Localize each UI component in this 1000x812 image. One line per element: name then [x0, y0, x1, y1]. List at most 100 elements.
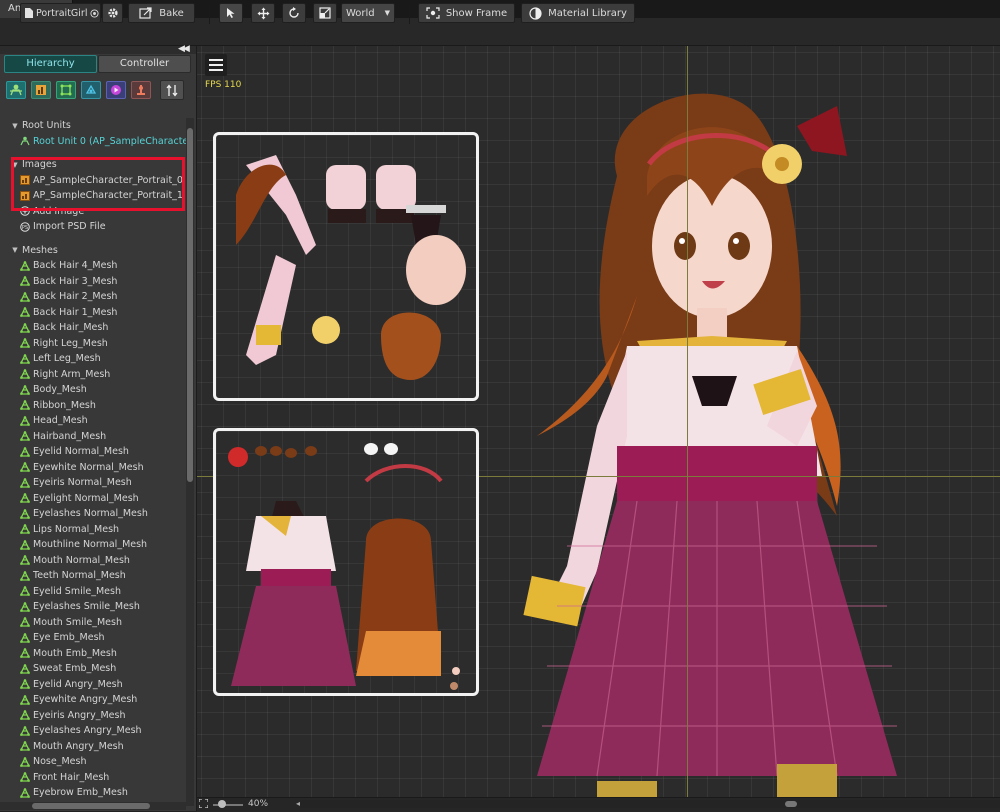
mesh-icon — [20, 524, 30, 535]
section-root-units[interactable]: ▼ Root Units — [0, 118, 186, 134]
file-selector[interactable]: PortraitGirl — [20, 3, 101, 23]
collapse-panel-icon[interactable]: ◀◀ — [178, 44, 190, 54]
parameter-filter-icon[interactable] — [131, 81, 151, 99]
tree-item-mesh[interactable]: Left Leg_Mesh — [0, 351, 186, 367]
section-label: Root Units — [22, 120, 71, 132]
move-tool-button[interactable] — [251, 3, 275, 23]
tree-item-mesh[interactable]: Eyeiris Angry_Mesh — [0, 708, 186, 724]
texture-atlas-portrait-0[interactable] — [213, 132, 479, 401]
viewport-axis-vertical — [687, 46, 688, 797]
root-unit-filter-icon[interactable] — [6, 81, 26, 99]
mesh-icon — [20, 291, 30, 302]
mesh-icon — [20, 307, 30, 318]
tree-item-mesh[interactable]: Eye Emb_Mesh — [0, 630, 186, 646]
texture-atlas-portrait-1[interactable] — [213, 428, 479, 696]
mesh-icon — [20, 462, 30, 473]
mesh-icon — [20, 632, 30, 643]
tree-item-mesh[interactable]: Front Hair_Mesh — [0, 770, 186, 786]
coordinate-space-dropdown[interactable]: World ▼ — [341, 3, 395, 23]
import-psd-button[interactable]: PS Import PSD File — [0, 219, 186, 235]
svg-text:PS: PS — [22, 225, 28, 231]
tree-item-mesh[interactable]: Mouth Angry_Mesh — [0, 739, 186, 755]
tree-item-mesh[interactable]: Eyelashes Angry_Mesh — [0, 723, 186, 739]
mesh-icon — [20, 772, 30, 783]
settings-button[interactable] — [102, 3, 123, 23]
sort-order-button[interactable] — [160, 80, 184, 100]
fit-screen-icon[interactable] — [198, 798, 209, 809]
viewport-horizontal-scrollbar[interactable] — [300, 800, 1000, 808]
tree-item-mesh[interactable]: Nose_Mesh — [0, 754, 186, 770]
tree-item-mesh[interactable]: Eyeiris Normal_Mesh — [0, 475, 186, 491]
toolbar-separator — [209, 3, 210, 24]
tree-item-mesh[interactable]: Head_Mesh — [0, 413, 186, 429]
tree-item-mesh[interactable]: Hairband_Mesh — [0, 429, 186, 445]
fps-counter: FPS 110 — [205, 80, 242, 90]
tree-item-mesh[interactable]: Eyelashes Normal_Mesh — [0, 506, 186, 522]
zoom-slider-handle[interactable] — [218, 800, 226, 808]
mesh-filter-icon[interactable] — [56, 81, 76, 99]
tree-item-mesh[interactable]: Eyelid Angry_Mesh — [0, 677, 186, 693]
tree-item-mesh[interactable]: Back Hair 2_Mesh — [0, 289, 186, 305]
viewport-horizontal-scroll-thumb[interactable] — [785, 801, 797, 807]
tree-item-label: Eyewhite Normal_Mesh — [33, 461, 144, 473]
scale-tool-button[interactable] — [313, 3, 337, 23]
tree-item-mesh[interactable]: Mouth Emb_Mesh — [0, 646, 186, 662]
tree-item-label: Right Arm_Mesh — [33, 368, 111, 380]
bake-button[interactable]: Bake — [128, 3, 195, 23]
mesh-icon — [20, 260, 30, 271]
tab-controller[interactable]: Controller — [98, 55, 191, 73]
tree-item-mesh[interactable]: Right Leg_Mesh — [0, 336, 186, 352]
tree-item-label: Eyelid Angry_Mesh — [33, 678, 123, 690]
tree-item-mesh[interactable]: Mouth Normal_Mesh — [0, 553, 186, 569]
tree-item-mesh[interactable]: Eyelight Normal_Mesh — [0, 491, 186, 507]
tab-hierarchy[interactable]: Hierarchy — [4, 55, 97, 73]
tree-item-mesh[interactable]: Eyelid Normal_Mesh — [0, 444, 186, 460]
material-library-button[interactable]: Material Library — [521, 3, 635, 23]
mesh-icon — [20, 679, 30, 690]
tree-item-mesh[interactable]: Back Hair 3_Mesh — [0, 274, 186, 290]
expand-arrow-icon[interactable]: ▼ — [8, 246, 22, 254]
tree-item-label: Back Hair_Mesh — [33, 322, 109, 334]
tree-item-mesh[interactable]: Back Hair 4_Mesh — [0, 258, 186, 274]
mesh-icon — [20, 648, 30, 659]
select-tool-button[interactable] — [219, 3, 243, 23]
tree-item-mesh[interactable]: Sweat Emb_Mesh — [0, 661, 186, 677]
tree-item-mesh[interactable]: Right Arm_Mesh — [0, 367, 186, 383]
rotate-tool-button[interactable] — [282, 3, 306, 23]
section-label: Meshes — [22, 244, 58, 256]
tree-horizontal-scroll-thumb[interactable] — [32, 803, 150, 809]
tree-item-label: Back Hair 3_Mesh — [33, 275, 118, 287]
show-frame-button[interactable]: Show Frame — [418, 3, 515, 23]
images-highlight-box — [11, 157, 185, 211]
mesh-icon — [20, 586, 30, 597]
tree-vertical-scroll-thumb[interactable] — [187, 128, 193, 482]
mesh-group-filter-icon[interactable] — [81, 81, 101, 99]
tree-item-mesh[interactable]: Body_Mesh — [0, 382, 186, 398]
tree-item-label: Right Leg_Mesh — [33, 337, 108, 349]
cursor-arrow-icon — [227, 8, 235, 18]
tree-item-mesh[interactable]: Eyelashes Smile_Mesh — [0, 599, 186, 615]
tree-item-mesh[interactable]: Eyelid Smile_Mesh — [0, 584, 186, 600]
expand-arrow-icon[interactable]: ▼ — [8, 122, 22, 130]
tree-item-mesh[interactable]: Mouth Smile_Mesh — [0, 615, 186, 631]
material-library-label: Material Library — [548, 7, 627, 19]
tree-item-mesh[interactable]: Eyewhite Angry_Mesh — [0, 692, 186, 708]
tree-item-mesh[interactable]: Back Hair 1_Mesh — [0, 305, 186, 321]
tree-item-mesh[interactable]: Eyewhite Normal_Mesh — [0, 460, 186, 476]
tree-item-label: Ribbon_Mesh — [33, 399, 96, 411]
section-meshes[interactable]: ▼ Meshes — [0, 243, 186, 259]
tree-item-mesh[interactable]: Eyebrow Emb_Mesh — [0, 785, 186, 801]
animation-filter-icon[interactable] — [106, 81, 126, 99]
tree-item-mesh[interactable]: Lips Normal_Mesh — [0, 522, 186, 538]
tree-item-mesh[interactable]: Back Hair_Mesh — [0, 320, 186, 336]
tree-item-label: Hairband_Mesh — [33, 430, 107, 442]
texture-atlas-1-preview — [228, 443, 460, 690]
tree-item-mesh[interactable]: Teeth Normal_Mesh — [0, 568, 186, 584]
mesh-icon — [20, 555, 30, 566]
tree-item-root-unit[interactable]: Root Unit 0 (AP_SampleCharacter_ — [0, 134, 186, 150]
viewport-menu-button[interactable] — [205, 54, 227, 76]
tree-item-mesh[interactable]: Ribbon_Mesh — [0, 398, 186, 414]
tree-item-mesh[interactable]: Mouthline Normal_Mesh — [0, 537, 186, 553]
image-filter-icon[interactable] — [31, 81, 51, 99]
mesh-icon — [20, 384, 30, 395]
